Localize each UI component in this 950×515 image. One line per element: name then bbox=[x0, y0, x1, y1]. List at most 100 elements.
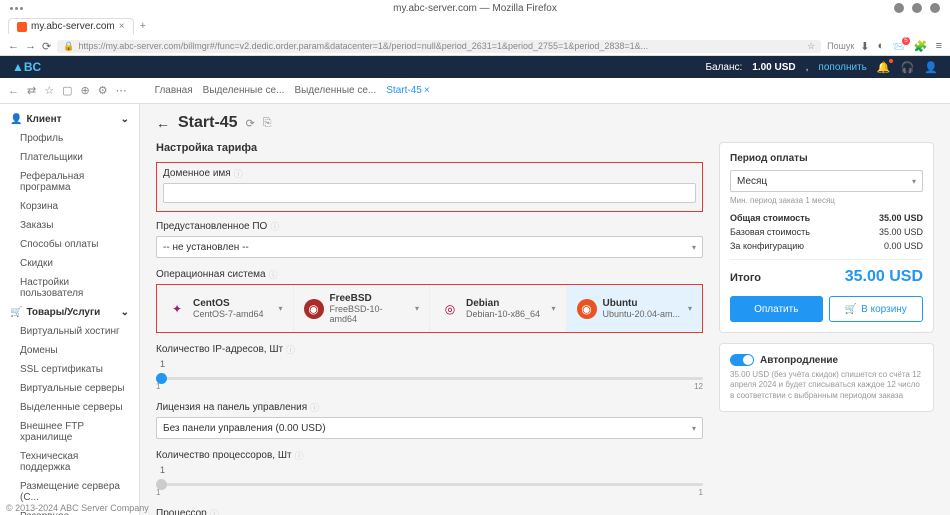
panel-select[interactable]: Без панели управления (0.00 USD)▾ bbox=[156, 417, 703, 439]
sidebar-item-payment-methods[interactable]: Способы оплаты bbox=[0, 235, 139, 254]
toolbar-circle-icon[interactable]: ⊕ bbox=[81, 84, 90, 97]
help-icon[interactable]: ⓘ bbox=[310, 401, 319, 414]
logo[interactable]: ▲BC bbox=[12, 60, 41, 74]
forward-button[interactable]: → bbox=[25, 40, 36, 52]
balance-value: 1.00 USD bbox=[752, 62, 795, 73]
toolbar-back-icon[interactable]: ← bbox=[8, 85, 19, 97]
chevron-down-icon: ▾ bbox=[692, 424, 696, 433]
sidebar-item-ssl[interactable]: SSL сертификаты bbox=[0, 360, 139, 379]
sidebar-item-profile[interactable]: Профиль bbox=[0, 129, 139, 148]
sidebar-item-ftp[interactable]: Внешнее FTP хранилище bbox=[0, 417, 139, 447]
cart-button[interactable]: 🛒В корзину bbox=[829, 296, 924, 322]
close-tab-icon[interactable]: × bbox=[119, 21, 125, 32]
help-icon[interactable]: ⓘ bbox=[286, 343, 295, 356]
download-icon[interactable]: ⬇ bbox=[860, 40, 869, 53]
sidebar-item-discounts[interactable]: Скидки bbox=[0, 254, 139, 273]
inbox-icon[interactable]: 📨5 bbox=[892, 40, 906, 53]
toolbar-more-icon[interactable]: ⋯ bbox=[116, 84, 127, 97]
sidebar-item-vps[interactable]: Виртуальные серверы bbox=[0, 379, 139, 398]
tab-title: my.abc-server.com bbox=[31, 21, 115, 32]
menu-icon[interactable]: ≡ bbox=[936, 40, 942, 52]
sidebar-section-goods[interactable]: 🛒 Товары/Услуги ⌄ bbox=[0, 303, 139, 322]
os-card-freebsd[interactable]: ◉ FreeBSDFreeBSD-10-amd64 ▾ bbox=[294, 285, 431, 332]
chevron-down-icon: ▾ bbox=[551, 304, 555, 313]
breadcrumb-item[interactable]: Выделенные се... bbox=[294, 85, 376, 96]
chevron-down-icon: ▾ bbox=[688, 304, 692, 313]
window-controls[interactable] bbox=[894, 3, 940, 13]
sidebar-item-user-settings[interactable]: Настройки пользователя bbox=[0, 273, 139, 303]
url-text: https://my.abc-server.com/billmgr#/func=… bbox=[78, 41, 648, 51]
search-label: Пошук bbox=[827, 41, 854, 51]
help-icon[interactable]: 🎧 bbox=[901, 61, 915, 74]
section-title: Настройка тарифа bbox=[156, 142, 703, 154]
toolbar-box-icon[interactable]: ▢ bbox=[62, 84, 72, 97]
cpu-slider[interactable] bbox=[156, 483, 703, 486]
panel-label: Лицензия на панель управленияⓘ bbox=[156, 401, 703, 414]
back-button[interactable]: ← bbox=[8, 40, 19, 52]
sidebar-item-cart[interactable]: Корзина bbox=[0, 197, 139, 216]
domain-label: Доменное имяⓘ bbox=[163, 167, 696, 180]
cpu-label: Количество процессоров, Штⓘ bbox=[156, 449, 703, 462]
period-select[interactable]: Месяц▾ bbox=[730, 170, 923, 192]
account-icon[interactable]: ◐ bbox=[878, 40, 885, 52]
sidebar-item-support[interactable]: Техническая поддержка bbox=[0, 447, 139, 477]
chevron-down-icon: ▾ bbox=[278, 304, 282, 313]
back-arrow-icon[interactable]: ← bbox=[156, 115, 170, 131]
chevron-down-icon: ⌄ bbox=[121, 114, 129, 125]
reload-button[interactable]: ⟳ bbox=[42, 40, 51, 53]
copy-icon[interactable]: ⎘ bbox=[263, 117, 272, 130]
user-icon[interactable]: 👤 bbox=[924, 61, 938, 74]
help-icon[interactable]: ⓘ bbox=[234, 167, 243, 180]
breadcrumb: Главная Выделенные се... Выделенные се..… bbox=[155, 85, 430, 96]
sidebar-item-hosting[interactable]: Виртуальный хостинг bbox=[0, 322, 139, 341]
freebsd-icon: ◉ bbox=[304, 299, 324, 319]
close-icon[interactable]: × bbox=[424, 85, 430, 96]
domain-input[interactable] bbox=[163, 183, 696, 203]
sidebar-item-dedicated[interactable]: Выделенные серверы bbox=[0, 398, 139, 417]
sidebar-item-referral[interactable]: Реферальная программа bbox=[0, 167, 139, 197]
ip-slider[interactable] bbox=[156, 377, 703, 380]
breadcrumb-item-active[interactable]: Start-45× bbox=[386, 85, 429, 96]
sidebar: 👤 Клиент ⌄ Профиль Плательщики Реферальн… bbox=[0, 104, 140, 515]
toolbar-star-icon[interactable]: ☆ bbox=[44, 84, 54, 97]
os-card-centos[interactable]: ✦ CentOSCentOS-7-amd64 ▾ bbox=[157, 285, 294, 332]
sidebar-item-payers[interactable]: Плательщики bbox=[0, 148, 139, 167]
pay-button[interactable]: Оплатить bbox=[730, 296, 823, 322]
extensions-icon[interactable]: 🧩 bbox=[914, 40, 928, 53]
os-card-ubuntu[interactable]: ◉ UbuntuUbuntu-20.04-am... ▾ bbox=[567, 285, 703, 332]
ip-label: Количество IP-адресов, Штⓘ bbox=[156, 343, 703, 356]
preinstalled-select[interactable]: -- не установлен --▾ bbox=[156, 236, 703, 258]
proc-label: Процессорⓘ bbox=[156, 507, 703, 515]
sidebar-section-client[interactable]: 👤 Клиент ⌄ bbox=[0, 110, 139, 129]
address-bar[interactable]: 🔒 https://my.abc-server.com/billmgr#/fun… bbox=[57, 40, 821, 53]
breadcrumb-item[interactable]: Выделенные се... bbox=[203, 85, 285, 96]
autorenew-toggle[interactable] bbox=[730, 354, 754, 366]
breadcrumb-item[interactable]: Главная bbox=[155, 85, 193, 96]
window-title: my.abc-server.com — Mozilla Firefox bbox=[393, 3, 557, 14]
browser-tab[interactable]: my.abc-server.com × bbox=[8, 18, 134, 34]
new-tab-button[interactable]: + bbox=[134, 20, 152, 32]
page-title: Start-45 bbox=[178, 114, 238, 132]
help-icon[interactable]: ⓘ bbox=[210, 507, 219, 515]
toolbar-gear-icon[interactable]: ⚙ bbox=[98, 84, 108, 97]
chevron-down-icon: ▾ bbox=[912, 177, 916, 186]
help-icon[interactable]: ⓘ bbox=[270, 220, 279, 233]
help-icon[interactable]: ⓘ bbox=[295, 449, 304, 462]
refresh-icon[interactable]: ⟳ bbox=[246, 117, 255, 130]
debian-icon: ◎ bbox=[440, 299, 460, 319]
sidebar-item-orders[interactable]: Заказы bbox=[0, 216, 139, 235]
bell-icon[interactable]: 🔔 bbox=[877, 61, 891, 74]
period-title: Период оплаты bbox=[730, 153, 923, 164]
autorenew-note: 35.00 USD (без учёта скидок) спишется со… bbox=[730, 370, 923, 401]
sidebar-item-domains[interactable]: Домены bbox=[0, 341, 139, 360]
chevron-down-icon: ▾ bbox=[415, 304, 419, 313]
preinstalled-label: Предустановленное ПОⓘ bbox=[156, 220, 703, 233]
os-label: Операционная системаⓘ bbox=[156, 268, 703, 281]
os-card-debian[interactable]: ◎ DebianDebian-10-x86_64 ▾ bbox=[430, 285, 567, 332]
topup-link[interactable]: пополнить bbox=[818, 62, 866, 73]
total-label: Итого bbox=[730, 272, 761, 284]
help-icon[interactable]: ⓘ bbox=[269, 268, 278, 281]
toolbar-nav-icon[interactable]: ⇄ bbox=[27, 84, 36, 97]
copyright: © 2013-2024 ABC Server Company bbox=[6, 503, 140, 513]
ubuntu-icon: ◉ bbox=[577, 299, 597, 319]
